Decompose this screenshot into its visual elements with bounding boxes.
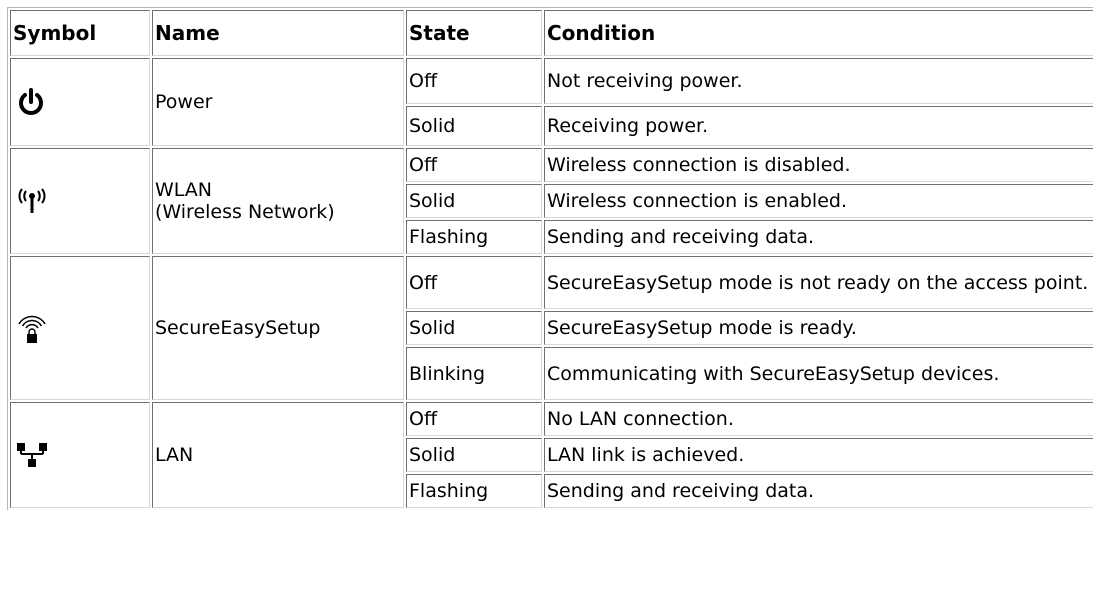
header-condition: Condition — [544, 10, 1093, 56]
table-row: WLAN (Wireless Network) Off Wireless con… — [10, 148, 1093, 254]
state-cell: Solid — [406, 184, 542, 218]
state-cell: Off — [406, 256, 542, 309]
condition-cell: Receiving power. — [544, 106, 1093, 146]
ses-symbol-cell — [10, 256, 150, 400]
condition-cell: SecureEasySetup mode is ready. — [544, 311, 1093, 345]
state-cell: Solid — [406, 438, 542, 472]
condition-cell: Sending and receiving data. — [544, 474, 1093, 508]
lan-name-cell: LAN — [152, 402, 404, 508]
wlan-name-line2: (Wireless Network) — [155, 201, 335, 223]
power-symbol-cell — [10, 58, 150, 146]
state-cell: Flashing — [406, 474, 542, 508]
condition-cell: Wireless connection is enabled. — [544, 184, 1093, 218]
table-row: Power Off Not receiving power. — [10, 58, 1093, 146]
condition-cell: Not receiving power. — [544, 58, 1093, 104]
wireless-antenna-icon — [18, 188, 46, 213]
wlan-symbol-cell — [10, 148, 150, 254]
header-symbol: Symbol — [10, 10, 150, 56]
state-cell: Solid — [406, 106, 542, 146]
condition-cell: Wireless connection is disabled. — [544, 148, 1093, 182]
header-state: State — [406, 10, 542, 56]
power-icon — [19, 88, 43, 115]
condition-cell: No LAN connection. — [544, 402, 1093, 436]
condition-cell: SecureEasySetup mode is not ready on the… — [544, 256, 1093, 309]
lan-network-icon — [17, 443, 47, 467]
wlan-name-cell: WLAN (Wireless Network) — [152, 148, 404, 254]
table-row: SecureEasySetup Off SecureEasySetup mode… — [10, 256, 1093, 400]
power-name-cell: Power — [152, 58, 404, 146]
led-table-container: Symbol Name State Condition Power Off No… — [7, 7, 1093, 510]
condition-cell: Communicating with SecureEasySetup devic… — [544, 347, 1093, 400]
wlan-name-line1: WLAN — [155, 179, 213, 201]
state-cell: Off — [406, 402, 542, 436]
table-row: LAN Off No LAN connection. — [10, 402, 1093, 508]
state-cell: Flashing — [406, 220, 542, 254]
state-cell: Blinking — [406, 347, 542, 400]
ses-name-cell: SecureEasySetup — [152, 256, 404, 400]
lan-symbol-cell — [10, 402, 150, 508]
led-status-table: Symbol Name State Condition Power Off No… — [7, 7, 1093, 510]
condition-cell: LAN link is achieved. — [544, 438, 1093, 472]
state-cell: Solid — [406, 311, 542, 345]
condition-cell: Sending and receiving data. — [544, 220, 1093, 254]
header-row: Symbol Name State Condition — [10, 10, 1093, 56]
state-cell: Off — [406, 58, 542, 104]
header-name: Name — [152, 10, 404, 56]
secure-easy-setup-lock-icon — [18, 315, 46, 343]
state-cell: Off — [406, 148, 542, 182]
